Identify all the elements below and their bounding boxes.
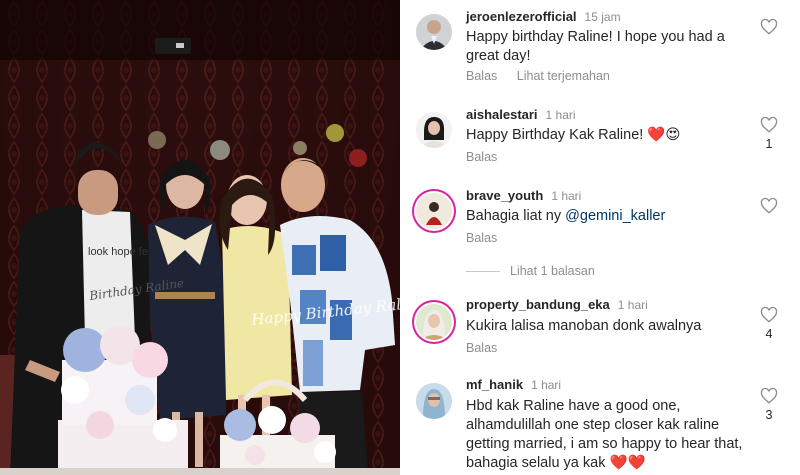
comment-username[interactable]: brave_youth 1 hari xyxy=(466,188,581,203)
comment-text: Happy birthday Raline! I hope you had a … xyxy=(466,29,725,64)
username-text[interactable]: jeroenlezerofficial xyxy=(466,9,577,24)
username-text[interactable]: mf_hanik xyxy=(466,377,523,392)
heart-icon[interactable] xyxy=(760,116,778,134)
comment-time: 1 hari xyxy=(531,378,562,392)
heart-icon[interactable] xyxy=(760,387,778,405)
comment-time: 1 hari xyxy=(545,108,576,122)
comment-item: brave_youth 1 hari Bahagia liat ny @gemin… xyxy=(400,176,800,256)
shirt-print-text: look hope fear xyxy=(88,246,158,258)
comment-actions: Balas xyxy=(466,150,513,164)
comment-username[interactable]: aishalestari 1 hari xyxy=(466,107,576,122)
commenter-avatar[interactable] xyxy=(416,193,452,229)
comment-text: Hbd kak Raline have a good one, alhamdul… xyxy=(466,398,743,471)
commenter-avatar[interactable] xyxy=(416,304,452,340)
comment-item: mf_hanik 1 hari Hbd kak Raline have a goo… xyxy=(400,370,800,475)
comments-panel: jeroenlezerofficial 15 jam Happy birthday… xyxy=(400,0,800,475)
commenter-avatar[interactable] xyxy=(416,112,452,148)
comment-item: property_bandung_eka 1 hari Kukira lalisa… xyxy=(400,287,800,367)
reply-button[interactable]: Balas xyxy=(466,341,497,355)
replies-divider xyxy=(466,271,500,273)
comment-time: 15 jam xyxy=(584,10,621,24)
reply-button[interactable]: Balas xyxy=(466,69,497,83)
view-replies-button[interactable]: Lihat 1 balasan xyxy=(466,264,595,278)
like-count: 4 xyxy=(765,327,773,341)
comment-item: aishalestari 1 hari Happy Birthday Kak Ra… xyxy=(400,95,800,175)
comment-actions: Balas xyxy=(466,341,513,355)
comment-text: Bahagia liat ny @gemini_kaller xyxy=(466,207,746,226)
heart-icon[interactable] xyxy=(760,306,778,324)
comment-text-prefix: Bahagia liat ny xyxy=(466,208,566,224)
hijab-woman-2-avatar-icon xyxy=(416,383,452,419)
username-text[interactable]: aishalestari xyxy=(466,107,538,122)
comment-time: 1 hari xyxy=(551,189,582,203)
man-in-suit-avatar-icon xyxy=(416,14,452,50)
comment-text: Happy Birthday Kak Raline! ❤️😍 xyxy=(466,127,681,143)
comment-text: Kukira lalisa manoban donk awalnya xyxy=(466,318,702,334)
post-photo[interactable]: look hope fear Happy Birthday Raline Bir… xyxy=(0,0,400,475)
username-text[interactable]: property_bandung_eka xyxy=(466,297,610,312)
comment-username[interactable]: property_bandung_eka 1 hari xyxy=(466,297,648,312)
woman-avatar-icon xyxy=(416,112,452,148)
like-count: 1 xyxy=(765,137,773,151)
comment-actions: Balas xyxy=(466,231,513,245)
heart-icon[interactable] xyxy=(760,18,778,36)
like-count: 3 xyxy=(765,408,773,422)
hijab-woman-avatar-icon xyxy=(416,304,452,340)
party-photo-illustration: look hope fear Happy Birthday Raline Bir… xyxy=(0,0,400,475)
view-replies-label[interactable]: Lihat 1 balasan xyxy=(510,264,595,278)
reply-button[interactable]: Balas xyxy=(466,150,497,164)
user-mention-link[interactable]: @gemini_kaller xyxy=(565,208,665,224)
see-translation-button[interactable]: Lihat terjemahan xyxy=(517,69,610,83)
comment-actions: Balas Lihat terjemahan xyxy=(466,69,626,83)
instagram-post-view: look hope fear Happy Birthday Raline Bir… xyxy=(0,0,800,475)
person-red-avatar-icon xyxy=(416,193,452,229)
comment-time: 1 hari xyxy=(617,298,648,312)
commenter-avatar[interactable] xyxy=(416,14,452,50)
comment-item: jeroenlezerofficial 15 jam Happy birthday… xyxy=(400,0,800,90)
username-text[interactable]: brave_youth xyxy=(466,188,543,203)
commenter-avatar[interactable] xyxy=(416,383,452,419)
heart-icon[interactable] xyxy=(760,197,778,215)
comment-username[interactable]: mf_hanik 1 hari xyxy=(466,377,561,392)
comment-username[interactable]: jeroenlezerofficial 15 jam xyxy=(466,9,621,24)
reply-button[interactable]: Balas xyxy=(466,231,497,245)
